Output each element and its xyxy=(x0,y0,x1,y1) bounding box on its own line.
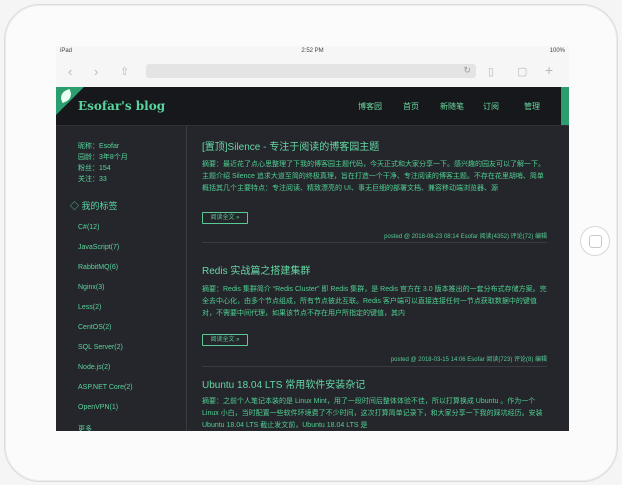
reader-icon[interactable]: ▯ xyxy=(488,66,494,79)
post-item: Ubuntu 18.04 LTS 常用软件安装杂记 摘要：之前个人笔记本装的是 … xyxy=(202,376,547,431)
profile-fans-label: 粉丝： xyxy=(78,165,99,172)
battery-status: 100% xyxy=(549,48,565,54)
tag-nginx[interactable]: Nginx(3) xyxy=(78,284,104,291)
post-item: Redis 实战篇之搭建集群 摘要：Redis 集群简介 “Redis Clus… xyxy=(202,262,547,367)
post-summary: 摘要：Redis 集群简介 “Redis Cluster” 即 Redis 集群… xyxy=(202,286,547,317)
nav-subscribe[interactable]: 订阅 xyxy=(483,101,499,112)
post-list: [置顶]Silence - 专注于阅读的博客园主题 摘要：最近花了点心思整理了下… xyxy=(187,126,569,431)
tag-less[interactable]: Less(2) xyxy=(78,304,101,311)
tag-aspnet-core[interactable]: ASP.NET Core(2) xyxy=(78,384,133,391)
blog-title[interactable]: Esofar's blog xyxy=(78,99,165,113)
post-summary: 摘要：最近花了点心思整理了下我的博客园主题代码，今天正式和大家分享一下。感兴趣的… xyxy=(202,161,545,192)
post-item: [置顶]Silence - 专注于阅读的博客园主题 摘要：最近花了点心思整理了下… xyxy=(202,138,547,243)
blog-page: Esofar's blog 博客园 首页 新随笔 订阅 管理 昵称：Esofar… xyxy=(56,87,569,431)
tablet-device: iPad 2:52 PM 100% ‹ › ⇧ ↻ ▯ ▢ + Esofar's… xyxy=(0,0,622,485)
address-bar[interactable]: ↻ xyxy=(146,64,476,78)
tag-nodejs[interactable]: Node.js(2) xyxy=(78,364,110,371)
read-more-button[interactable]: 阅读全文 » xyxy=(202,212,248,224)
tag-javascript[interactable]: JavaScript(7) xyxy=(78,244,119,251)
profile-nickname-label: 昵称： xyxy=(78,143,99,150)
header-ribbon xyxy=(561,87,569,125)
profile-follow-value: 33 xyxy=(99,176,107,183)
profile-age-label: 园龄： xyxy=(78,154,99,161)
profile-age-value: 3年8个月 xyxy=(99,154,128,161)
tabs-icon[interactable]: ▢ xyxy=(517,66,527,79)
post-separator xyxy=(202,242,547,243)
profile-nickname-value: Esofar xyxy=(99,143,120,150)
post-separator xyxy=(202,366,547,367)
tag-centos[interactable]: CentOS(2) xyxy=(78,324,111,331)
forward-icon[interactable]: › xyxy=(94,65,98,78)
status-bar: iPad 2:52 PM 100% xyxy=(56,46,569,57)
nav-cnblogs[interactable]: 博客园 xyxy=(358,101,382,112)
tag-sql-server[interactable]: SQL Server(2) xyxy=(78,344,123,351)
tag-openvpn[interactable]: OpenVPN(1) xyxy=(78,404,118,411)
home-button-icon xyxy=(589,235,602,248)
reload-icon[interactable]: ↻ xyxy=(463,65,471,76)
blog-header: Esofar's blog 博客园 首页 新随笔 订阅 管理 xyxy=(56,87,569,126)
my-tags-title: ◇ 我的标签 xyxy=(70,201,118,211)
browser-toolbar: ‹ › ⇧ ↻ ▯ ▢ + xyxy=(56,57,569,88)
new-tab-icon[interactable]: + xyxy=(545,63,553,77)
profile-follow-label: 关注： xyxy=(78,176,99,183)
tag-rabbitmq[interactable]: RabbitMQ(6) xyxy=(78,264,118,271)
profile-fans-value: 154 xyxy=(99,165,111,172)
post-title[interactable]: [置顶]Silence - 专注于阅读的博客园主题 xyxy=(202,138,379,153)
home-button[interactable] xyxy=(580,226,610,256)
post-title[interactable]: Ubuntu 18.04 LTS 常用软件安装杂记 xyxy=(202,376,365,391)
post-summary: 摘要：之前个人笔记本装的是 Linux Mint，用了一段时间后整体体验不佳，所… xyxy=(202,398,543,429)
read-more-button[interactable]: 阅读全文 » xyxy=(202,334,248,346)
blog-sidebar: 昵称：Esofar 园龄：3年8个月 粉丝：154 关注：33 ◇ 我的标签 C… xyxy=(56,126,186,431)
post-title[interactable]: Redis 实战篇之搭建集群 xyxy=(202,262,310,277)
profile-nickname: 昵称：Esofar xyxy=(78,141,119,151)
back-icon[interactable]: ‹ xyxy=(68,65,72,78)
tag-csharp[interactable]: C#(12) xyxy=(78,224,99,231)
share-icon[interactable]: ⇧ xyxy=(120,66,129,79)
profile-follow: 关注：33 xyxy=(78,174,107,184)
profile-age: 园龄：3年8个月 xyxy=(78,152,128,162)
post-meta: posted @ 2018-03-15 14:06 Esofar 阅读(723)… xyxy=(390,357,547,363)
profile-fans: 粉丝：154 xyxy=(78,163,111,173)
tablet-screen: iPad 2:52 PM 100% ‹ › ⇧ ↻ ▯ ▢ + Esofar's… xyxy=(56,46,569,431)
nav-home[interactable]: 首页 xyxy=(403,101,419,112)
nav-manage[interactable]: 管理 xyxy=(524,101,540,112)
more-tags-link[interactable]: 更多 xyxy=(78,424,92,431)
nav-new-post[interactable]: 新随笔 xyxy=(440,101,464,112)
post-meta: posted @ 2018-08-23 08:14 Esofar 阅读(4352… xyxy=(384,234,547,240)
status-time: 2:52 PM xyxy=(301,48,324,54)
